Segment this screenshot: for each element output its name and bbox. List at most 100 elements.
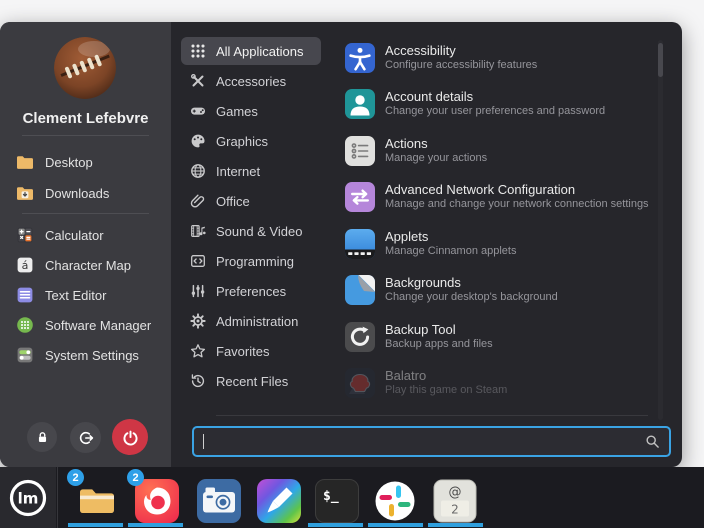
app-item-accessibility[interactable]: Accessibility Configure accessibility fe… xyxy=(345,43,657,73)
svg-text:lm: lm xyxy=(18,489,39,507)
grid-icon xyxy=(190,43,206,59)
app-description: Configure accessibility features xyxy=(385,58,537,72)
app-title: Balatro xyxy=(385,368,507,383)
sidebar-item-character-map[interactable]: á Character Map xyxy=(15,254,131,276)
category-sound-video[interactable]: Sound & Video xyxy=(181,217,321,245)
globe-icon xyxy=(190,163,206,179)
category-administration[interactable]: Administration xyxy=(181,307,321,335)
category-label: Graphics xyxy=(216,134,268,149)
category-accessories[interactable]: Accessories xyxy=(181,67,321,95)
folder-icon xyxy=(15,152,35,172)
search-bar xyxy=(192,426,671,457)
mint-menu-button[interactable]: lm xyxy=(0,467,56,528)
app-description: Change your desktop's background xyxy=(385,290,558,304)
folder-download-icon xyxy=(15,183,35,203)
app-description: Manage Cinnamon applets xyxy=(385,244,516,258)
firefox-launcher[interactable] xyxy=(135,479,179,523)
category-label: Programming xyxy=(216,254,294,269)
category-preferences[interactable]: Preferences xyxy=(181,277,321,305)
gamepad-icon xyxy=(190,103,206,119)
accessibility-icon xyxy=(345,43,375,73)
app-item-backgrounds[interactable]: Backgrounds Change your desktop's backgr… xyxy=(345,275,657,305)
app-description: Play this game on Steam xyxy=(385,383,507,397)
files-launcher[interactable] xyxy=(75,479,119,523)
applets-icon xyxy=(345,229,375,259)
tools-icon xyxy=(190,73,206,89)
category-graphics[interactable]: Graphics xyxy=(181,127,321,155)
star-icon xyxy=(190,343,206,359)
code-icon xyxy=(190,253,206,269)
app-title: Accessibility xyxy=(385,43,537,58)
taskbar-separator xyxy=(57,467,58,528)
sidebar-item-text-editor[interactable]: Text Editor xyxy=(15,284,106,306)
category-favorites[interactable]: Favorites xyxy=(181,337,321,365)
app-description: Change your user preferences and passwor… xyxy=(385,104,605,118)
category-programming[interactable]: Programming xyxy=(181,247,321,275)
power-button[interactable] xyxy=(112,419,148,455)
palette-icon xyxy=(190,133,206,149)
drawing-launcher[interactable] xyxy=(257,479,301,523)
category-games[interactable]: Games xyxy=(181,97,321,125)
app-item-backup-tool[interactable]: Backup Tool Backup apps and files xyxy=(345,322,657,352)
system-settings-icon xyxy=(15,345,35,365)
cinnamon-menu: Clement Lefebvre Desktop Downloads xyxy=(0,22,682,467)
category-internet[interactable]: Internet xyxy=(181,157,321,185)
backup-icon xyxy=(345,322,375,352)
terminal-launcher[interactable]: $_ xyxy=(315,479,359,523)
paintbrush-icon xyxy=(257,479,301,523)
network-icon xyxy=(345,182,375,212)
paperclip-icon xyxy=(190,193,206,209)
category-label: Recent Files xyxy=(216,374,288,389)
category-label: Accessories xyxy=(216,74,286,89)
slack-launcher[interactable] xyxy=(373,479,417,523)
files-badge: 2 xyxy=(67,469,84,486)
firefox-icon xyxy=(135,479,179,523)
gear-icon xyxy=(190,313,206,329)
app-item-balatro[interactable]: Balatro Play this game on Steam xyxy=(345,368,657,398)
app-list-scrollbar-track[interactable] xyxy=(658,40,663,420)
app-item-advanced-network-configuration[interactable]: Advanced Network Configuration Manage an… xyxy=(345,182,657,212)
balatro-icon xyxy=(345,368,375,398)
logout-button[interactable] xyxy=(70,422,101,453)
lock-icon xyxy=(35,430,50,445)
software-manager-icon xyxy=(15,315,35,335)
text-editor-icon xyxy=(15,285,35,305)
sliders-icon xyxy=(190,283,206,299)
sidebar-item-system-settings[interactable]: System Settings xyxy=(15,344,139,366)
avatar[interactable] xyxy=(54,37,116,99)
search-input[interactable] xyxy=(194,428,669,455)
lock-button[interactable] xyxy=(27,422,57,452)
app-description: Manage your actions xyxy=(385,151,487,165)
logout-icon xyxy=(78,430,94,446)
app-item-applets[interactable]: Applets Manage Cinnamon applets xyxy=(345,229,657,259)
screenshot-launcher[interactable] xyxy=(197,479,241,523)
terminal-active-indicator xyxy=(308,523,363,527)
category-office[interactable]: Office xyxy=(181,187,321,215)
account-icon xyxy=(345,89,375,119)
power-icon xyxy=(122,429,139,446)
category-all-applications[interactable]: All Applications xyxy=(181,37,321,65)
calculator-icon xyxy=(15,225,35,245)
menu-sidebar: Clement Lefebvre Desktop Downloads xyxy=(0,22,171,467)
app-title: Backgrounds xyxy=(385,275,558,290)
taskbar: lm 2 2 xyxy=(0,467,704,528)
app-list-scrollbar-thumb[interactable] xyxy=(658,43,663,77)
app-item-actions[interactable]: Actions Manage your actions xyxy=(345,136,657,166)
sidebar-item-downloads[interactable]: Downloads xyxy=(15,182,109,204)
sidebar-item-calculator[interactable]: Calculator xyxy=(15,224,104,246)
mail-launcher[interactable]: @ 2 xyxy=(433,479,477,523)
app-item-account-details[interactable]: Account details Change your user prefere… xyxy=(345,89,657,119)
category-label: Internet xyxy=(216,164,260,179)
folder-icon xyxy=(75,479,119,523)
app-description: Manage and change your network connectio… xyxy=(385,197,649,211)
sidebar-item-software-manager[interactable]: Software Manager xyxy=(15,314,151,336)
category-recent-files[interactable]: Recent Files xyxy=(181,367,321,395)
user-name: Clement Lefebvre xyxy=(0,110,171,127)
files-active-indicator xyxy=(68,523,123,527)
sidebar-item-desktop[interactable]: Desktop xyxy=(15,151,93,173)
category-label: Administration xyxy=(216,314,298,329)
category-label: Games xyxy=(216,104,258,119)
firefox-badge: 2 xyxy=(127,469,144,486)
svg-text:á: á xyxy=(22,259,29,272)
app-title: Backup Tool xyxy=(385,322,493,337)
